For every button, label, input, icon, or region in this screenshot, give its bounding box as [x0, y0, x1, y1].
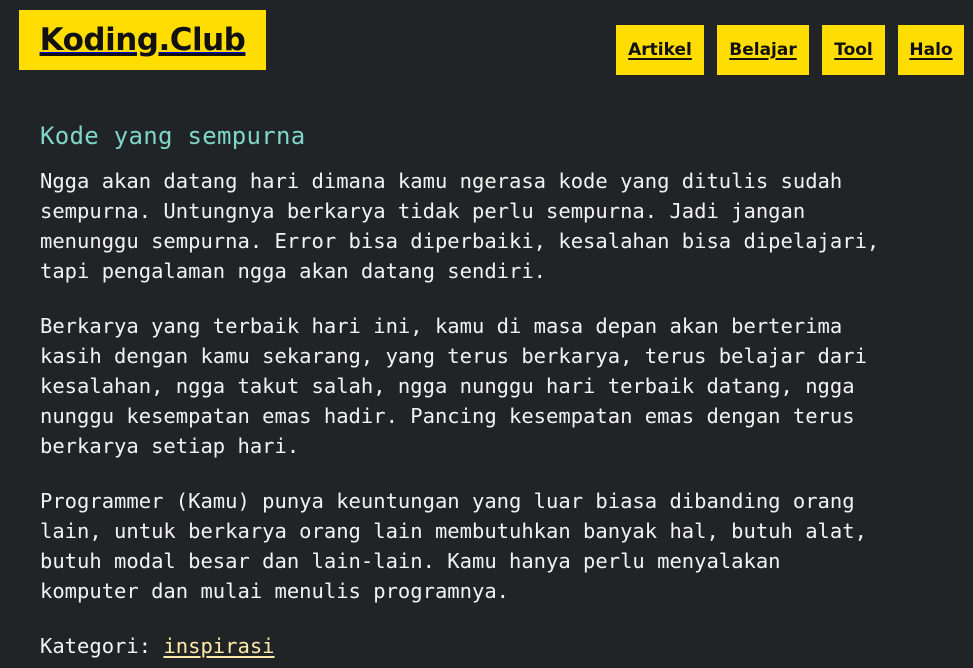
paragraph-line: komputer dan mulai menulis programnya. [40, 579, 509, 603]
category-label: Kategori: [40, 634, 152, 658]
paragraph-line: nunggu kesempatan emas hadir. Pancing ke… [40, 404, 855, 428]
paragraph-line: sempurna. Untungnya berkarya tidak perlu… [40, 199, 806, 223]
nav-item-label: Tool [834, 40, 873, 60]
paragraph-line: tapi pengalaman ngga akan datang sendiri… [40, 259, 547, 283]
paragraph-line: Ngga akan datang hari dimana kamu ngeras… [40, 169, 843, 193]
paragraph-line: kasih dengan kamu sekarang, yang terus b… [40, 344, 867, 368]
nav-item-belajar[interactable]: Belajar [717, 25, 809, 75]
paragraph-line: butuh modal besar dan lain-lain. Kamu ha… [40, 549, 781, 573]
paragraph-line: Programmer (Kamu) punya keuntungan yang … [40, 489, 855, 513]
site-logo-link[interactable]: Koding.Club [19, 10, 266, 70]
site-logo-text: Koding.Club [39, 22, 246, 58]
paragraph-line: Berkarya yang terbaik hari ini, kamu di … [40, 314, 843, 338]
nav-item-label: Halo [909, 40, 953, 60]
article-paragraph-1: Ngga akan datang hari dimana kamu ngeras… [40, 166, 965, 286]
article-category: Kategori: inspirasi [40, 631, 965, 661]
article-paragraph-3: Programmer (Kamu) punya keuntungan yang … [40, 486, 965, 606]
nav-item-halo[interactable]: Halo [898, 25, 964, 75]
paragraph-line: lain, untuk berkarya orang lain membutuh… [40, 519, 867, 543]
category-link-inspirasi[interactable]: inspirasi [163, 634, 274, 658]
paragraph-line: menunggu sempurna. Error bisa diperbaiki… [40, 229, 880, 253]
article-paragraph-2: Berkarya yang terbaik hari ini, kamu di … [40, 311, 965, 461]
paragraph-line: kesalahan, ngga takut salah, ngga nunggu… [40, 374, 855, 398]
nav-item-label: Artikel [628, 40, 692, 60]
article-content: Kode yang sempurna Ngga akan datang hari… [40, 119, 965, 661]
article-title: Kode yang sempurna [40, 122, 306, 150]
nav-item-tool[interactable]: Tool [822, 25, 885, 75]
paragraph-line: berkarya setiap hari. [40, 434, 300, 458]
nav-item-label: Belajar [729, 40, 797, 60]
nav-item-artikel[interactable]: Artikel [616, 25, 704, 75]
